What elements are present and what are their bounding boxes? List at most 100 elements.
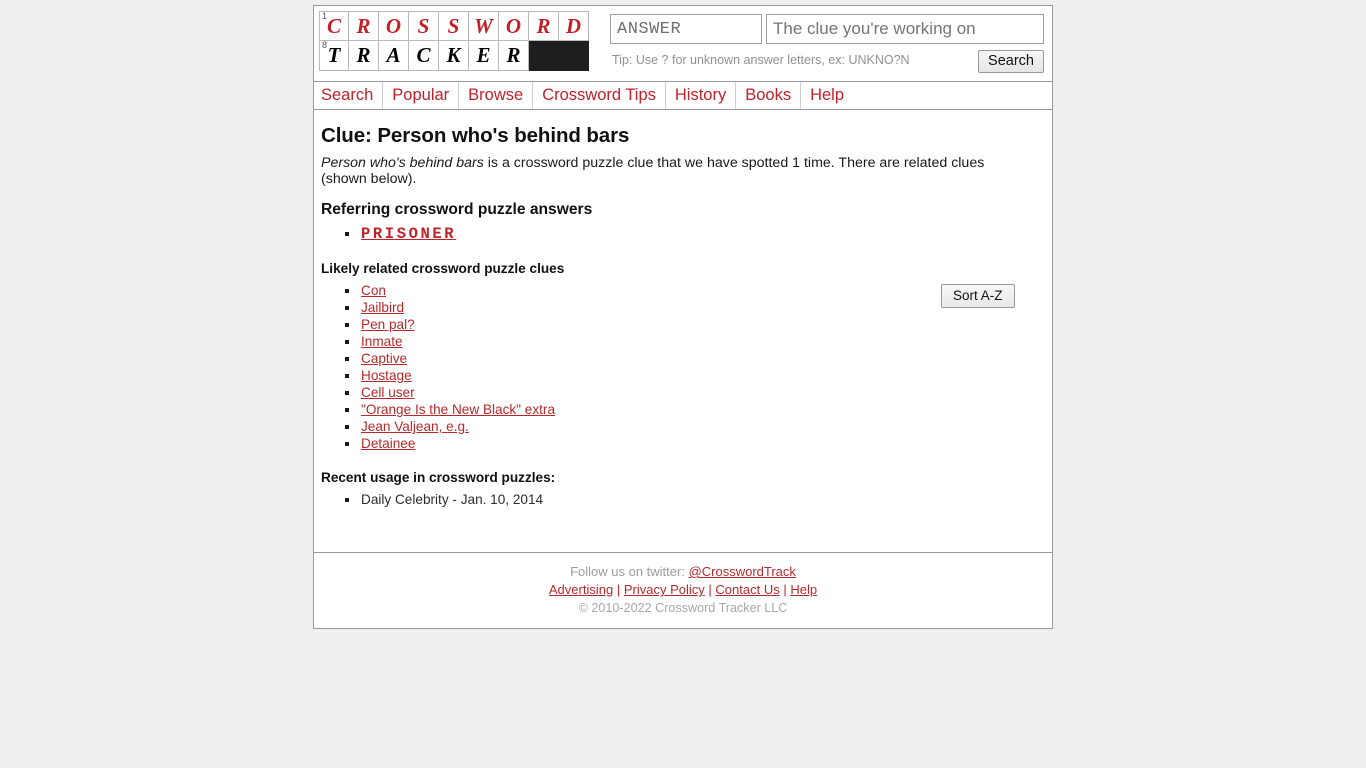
search-area: Tip: Use ? for unknown answer letters, e…	[610, 14, 1044, 78]
page-container: 1 C R O S S W O R D 8 T R A C K E R ANSW…	[313, 5, 1053, 629]
clue-input[interactable]	[766, 14, 1044, 44]
logo-cell-k: K	[439, 41, 469, 71]
footer-separator: |	[616, 582, 621, 597]
nav-item-browse[interactable]: Browse	[459, 82, 534, 109]
clue-link-jean-valjean[interactable]: Jean Valjean, e.g.	[361, 419, 469, 434]
list-item: Hostage	[345, 367, 1045, 384]
footer-links-line: Advertising | Privacy Policy | Contact U…	[314, 581, 1052, 599]
logo-letter: W	[474, 14, 493, 38]
footer-link-help[interactable]: Help	[790, 582, 817, 597]
logo-letter: D	[565, 14, 582, 38]
clue-link-pen-pal[interactable]: Pen pal?	[361, 317, 415, 332]
related-clues-block: Sort A-Z Con Jailbird Pen pal? Inmate Ca…	[321, 282, 1045, 452]
list-item: "Orange Is the New Black" extra	[345, 401, 1045, 418]
logo-letter: O	[505, 14, 522, 38]
nav-item-help[interactable]: Help	[801, 82, 853, 109]
footer-link-contact-us[interactable]: Contact Us	[715, 582, 779, 597]
recent-usage-heading: Recent usage in crossword puzzles:	[321, 470, 556, 486]
answers-heading: Referring crossword puzzle answers	[321, 201, 593, 219]
answer-input[interactable]	[610, 14, 762, 44]
logo-letter: T	[327, 43, 341, 67]
logo-letter: C	[326, 14, 341, 38]
logo-cell-t: 8 T	[319, 41, 349, 71]
footer-link-advertising[interactable]: Advertising	[549, 582, 613, 597]
clue-link-jailbird[interactable]: Jailbird	[361, 300, 404, 315]
list-item: Detainee	[345, 435, 1045, 452]
nav-item-history[interactable]: History	[666, 82, 737, 109]
logo-cell-d: D	[559, 11, 589, 41]
list-item: Captive	[345, 350, 1045, 367]
logo-clue-number-1: 1	[322, 11, 328, 21]
logo-letter: R	[506, 43, 521, 67]
logo-letter: O	[385, 14, 402, 38]
logo-letter: R	[536, 14, 551, 38]
usage-entry-daily-celebrity: Daily Celebrity - Jan. 10, 2014	[361, 492, 544, 508]
clue-link-cell-user[interactable]: Cell user	[361, 385, 415, 400]
clue-link-con[interactable]: Con	[361, 283, 386, 298]
footer-separator: |	[783, 582, 787, 597]
logo-row-top: 1 C R O S S W O R D	[319, 11, 589, 41]
search-tip-text: Tip: Use ? for unknown answer letters, e…	[612, 53, 910, 67]
logo-cell-a: A	[379, 41, 409, 71]
related-clues-list: Con Jailbird Pen pal? Inmate Captive Hos…	[321, 282, 1045, 452]
logo-cell-r2: R	[529, 11, 559, 41]
nav-item-popular[interactable]: Popular	[383, 82, 460, 109]
related-clues-heading: Likely related crossword puzzle clues	[321, 261, 565, 277]
logo-cell-r1: R	[349, 11, 379, 41]
list-item: Jailbird	[345, 299, 1045, 316]
footer-twitter-prefix: Follow us on twitter:	[570, 564, 689, 579]
clue-link-captive[interactable]: Captive	[361, 351, 407, 366]
logo-cell-blank	[529, 41, 589, 71]
logo-letter: C	[416, 43, 431, 67]
list-item: Daily Celebrity - Jan. 10, 2014	[345, 491, 1045, 508]
nav-item-books[interactable]: Books	[736, 82, 802, 109]
search-inputs	[610, 14, 1044, 44]
nav-item-crossword-tips[interactable]: Crossword Tips	[533, 82, 666, 109]
footer-twitter-link[interactable]: @CrosswordTrack	[689, 564, 796, 579]
logo-row-bottom: 8 T R A C K E R	[319, 41, 589, 71]
logo-cell-r3: R	[349, 41, 379, 71]
logo-clue-number-8: 8	[322, 41, 328, 50]
site-footer: Follow us on twitter: @CrosswordTrack Ad…	[313, 553, 1053, 629]
answer-link-prisoner[interactable]: PRISONER	[361, 225, 456, 243]
logo-cell-s2: S	[439, 11, 469, 41]
page-title: Clue: Person who's behind bars	[321, 124, 630, 147]
site-logo[interactable]: 1 C R O S S W O R D 8 T R A C K E R	[319, 11, 589, 71]
site-header: 1 C R O S S W O R D 8 T R A C K E R ANSW…	[313, 5, 1053, 81]
logo-letter: S	[417, 14, 430, 38]
list-item: PRISONER	[345, 225, 1045, 243]
logo-cell-c: 1 C	[319, 11, 349, 41]
main-content: Clue: Person who's behind bars Person wh…	[313, 109, 1053, 553]
clue-description: Person who's behind bars is a crossword …	[321, 155, 1027, 187]
clue-link-inmate[interactable]: Inmate	[361, 334, 403, 349]
logo-letter: S	[447, 14, 460, 38]
list-item: Inmate	[345, 333, 1045, 350]
footer-link-privacy-policy[interactable]: Privacy Policy	[624, 582, 705, 597]
nav-item-search[interactable]: Search	[314, 82, 384, 109]
list-item: Pen pal?	[345, 316, 1045, 333]
logo-letter: A	[386, 43, 401, 67]
recent-usage-list: Daily Celebrity - Jan. 10, 2014	[321, 491, 1045, 508]
list-item: Cell user	[345, 384, 1045, 401]
logo-cell-w: W	[469, 11, 499, 41]
main-navigation: Search Popular Browse Crossword Tips His…	[313, 81, 1053, 109]
footer-copyright: © 2010-2022 Crossword Tracker LLC	[578, 601, 788, 615]
list-item: Con	[345, 282, 1045, 299]
logo-cell-c2: C	[409, 41, 439, 71]
clue-link-hostage[interactable]: Hostage	[361, 368, 412, 383]
logo-letter: E	[476, 43, 491, 67]
footer-separator: |	[708, 582, 712, 597]
clue-link-detainee[interactable]: Detainee	[361, 436, 415, 451]
logo-letter: K	[446, 43, 461, 67]
clue-link-orange-is-the-new-black-extra[interactable]: "Orange Is the New Black" extra	[361, 402, 555, 417]
tip-row: Tip: Use ? for unknown answer letters, e…	[610, 50, 1044, 78]
logo-cell-o2: O	[499, 11, 529, 41]
logo-cell-s1: S	[409, 11, 439, 41]
search-button[interactable]: Search	[978, 50, 1044, 73]
logo-letter: R	[356, 43, 371, 67]
logo-cell-o1: O	[379, 11, 409, 41]
logo-cell-r4: R	[499, 41, 529, 71]
logo-cell-e: E	[469, 41, 499, 71]
answers-list: PRISONER	[321, 225, 1045, 243]
footer-twitter-line: Follow us on twitter: @CrosswordTrack	[314, 563, 1052, 581]
